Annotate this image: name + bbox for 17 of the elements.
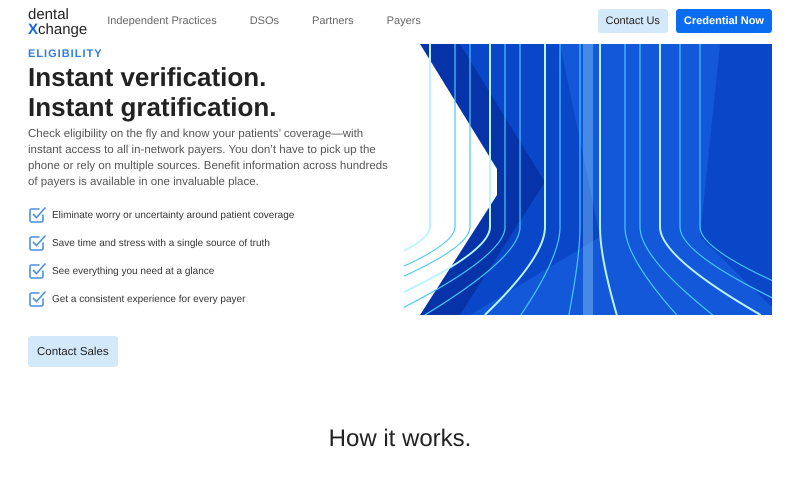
nav-link[interactable]: Independent Practices (107, 15, 217, 27)
logo[interactable]: dental Xchange (28, 7, 88, 37)
contact-button[interactable]: Contact Us (598, 9, 668, 33)
nav-link[interactable]: Payers (386, 15, 421, 27)
checklist-item: Get a consistent experience for every payer (52, 294, 246, 304)
section-heading: How it works. (328, 425, 472, 453)
nav-link[interactable]: Partners (312, 15, 354, 27)
contact-sales-button[interactable]: Contact Sales (28, 336, 118, 367)
checklist-item: See everything you need at a glance (52, 266, 214, 276)
section-eyebrow: ELIGIBILITY (28, 48, 104, 60)
credential-button[interactable]: Credential Now (676, 9, 772, 33)
checklist-item: Eliminate worry or uncertainty around patient coverage (52, 210, 294, 220)
nav-link[interactable]: DSOs (250, 15, 280, 27)
hero-title: Instant gratification. (28, 92, 278, 122)
checklist-item: Save time and stress with a single source of truth (52, 238, 270, 248)
hero-description: Check eligibility on the fly and know your patients’ coverage—with instant access to all in-network payers. You don’t have to pick up the phone or rely on multiple sources. Benefit information across hundreds of payers is available in one invaluable place. (28, 127, 389, 190)
hero-title: Instant verification. (28, 62, 268, 92)
